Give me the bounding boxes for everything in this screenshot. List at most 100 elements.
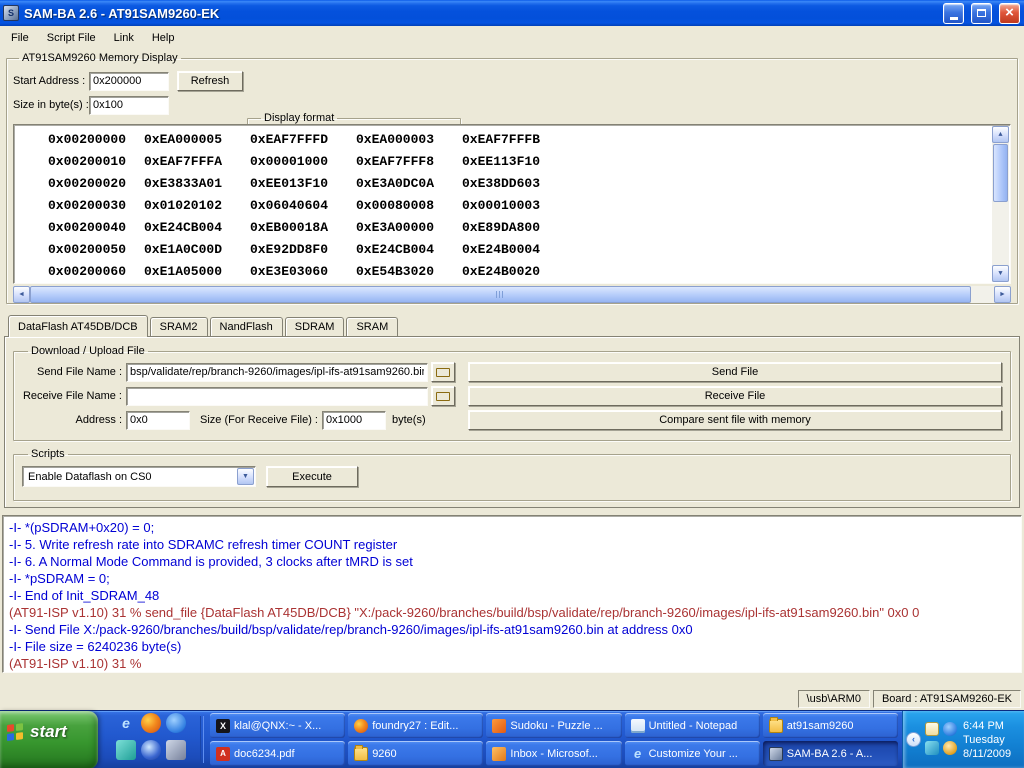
vertical-scroll-thumb[interactable] xyxy=(993,144,1008,202)
taskbar-item-pdf[interactable]: doc6234.pdf xyxy=(210,741,345,766)
tray-clock[interactable]: 6:44 PM Tuesday 8/11/2009 xyxy=(963,719,1011,761)
log-line: -I- 5. Write refresh rate into SDRAMC re… xyxy=(9,536,1015,553)
firefox-icon[interactable] xyxy=(141,713,161,733)
taskbar-item-inbox[interactable]: Inbox - Microsof... xyxy=(486,741,621,766)
log-line: -I- Send File X:/pack-9260/branches/buil… xyxy=(9,621,1015,638)
taskbar-item-notepad[interactable]: Untitled - Notepad xyxy=(625,713,760,738)
close-button[interactable] xyxy=(999,3,1020,24)
taskbar-item-at91sam9260-folder[interactable]: at91sam9260 xyxy=(763,713,898,738)
tray-day: Tuesday xyxy=(963,733,1011,747)
memory-controls: Start Address : Refresh Size in byte(s) … xyxy=(13,66,1011,124)
tab-sram2[interactable]: SRAM2 xyxy=(150,317,208,336)
menu-link[interactable]: Link xyxy=(105,28,143,48)
media-player-icon[interactable] xyxy=(141,740,161,760)
address-label: Address : xyxy=(22,414,122,426)
taskbar-item-samba-active[interactable]: SAM-BA 2.6 - A... xyxy=(763,741,898,766)
browse-send-file-button[interactable] xyxy=(431,362,455,382)
outlook-icon xyxy=(492,747,506,761)
samba-window: SAM-BA 2.6 - AT91SAM9260-EK File Script … xyxy=(0,0,1024,710)
restore-button[interactable] xyxy=(971,3,992,24)
memory-row: 0x00200010 0xEAF7FFFA 0x00001000 0xEAF7F… xyxy=(14,150,1010,172)
start-address-input[interactable] xyxy=(89,72,169,91)
tray-network-icon[interactable] xyxy=(925,741,939,755)
taskbar-item-qnx-terminal[interactable]: klal@QNX:~ - X... xyxy=(210,713,345,738)
row-value: 0xEAF7FFFA xyxy=(144,154,250,169)
minimize-button[interactable] xyxy=(943,3,964,24)
row-value: 0xEA000005 xyxy=(144,132,250,147)
refresh-button[interactable]: Refresh xyxy=(177,71,243,91)
xterm-icon xyxy=(216,719,230,733)
memory-row: 0x00200060 0xE1A05000 0xE3E03060 0xE54B3… xyxy=(14,260,1010,282)
scroll-down-icon[interactable] xyxy=(992,265,1009,282)
chevron-down-icon[interactable] xyxy=(237,468,254,485)
memory-row: 0x00200050 0xE1A0C00D 0xE92DD8F0 0xE24CB… xyxy=(14,238,1010,260)
memory-display-legend: AT91SAM9260 Memory Display xyxy=(19,52,181,64)
row-value: 0xE38DD603 xyxy=(462,176,568,191)
scroll-left-icon[interactable] xyxy=(13,286,30,303)
scroll-right-icon[interactable] xyxy=(994,286,1011,303)
memory-region-tabs: DataFlash AT45DB/DCB SRAM2 NandFlash SDR… xyxy=(8,314,1024,336)
ie-icon[interactable] xyxy=(116,713,136,733)
log-line: -I- End of Init_SDRAM_48 xyxy=(9,587,1015,604)
row-value: 0xEE113F10 xyxy=(462,154,568,169)
compare-button[interactable]: Compare sent file with memory xyxy=(468,410,1002,430)
bytes-label: byte(s) xyxy=(392,414,426,426)
send-file-name-input[interactable] xyxy=(126,363,428,382)
sudoku-icon xyxy=(492,719,506,733)
row-address: 0x00200060 xyxy=(48,264,144,279)
browse-receive-file-button[interactable] xyxy=(431,386,455,406)
taskbar-item-sudoku[interactable]: Sudoku - Puzzle ... xyxy=(486,713,621,738)
restore-icon xyxy=(977,9,986,17)
messenger-icon[interactable] xyxy=(166,713,186,733)
row-value: 0xE24B0020 xyxy=(462,264,568,279)
tray-update-icon[interactable] xyxy=(943,741,957,755)
memory-hex-view: 0x00200000 0xEA000005 0xEAF7FFFD 0xEA000… xyxy=(13,124,1011,284)
size-in-bytes-input[interactable] xyxy=(89,96,169,115)
receive-file-name-input[interactable] xyxy=(126,387,428,406)
menu-help[interactable]: Help xyxy=(143,28,184,48)
menu-script-file[interactable]: Script File xyxy=(38,28,105,48)
tray-calendar-icon[interactable] xyxy=(925,722,939,736)
chevron-left-icon[interactable] xyxy=(906,732,921,747)
row-value: 0xE24CB004 xyxy=(356,242,462,257)
show-desktop-icon[interactable] xyxy=(166,740,186,760)
row-value: 0xE3A00000 xyxy=(356,220,462,235)
taskbar-item-foundry27[interactable]: foundry27 : Edit... xyxy=(348,713,483,738)
row-value: 0x00010003 xyxy=(462,198,568,213)
horizontal-scroll-thumb[interactable] xyxy=(30,286,971,303)
app-icon[interactable] xyxy=(3,5,19,21)
row-value: 0xEAF7FFF8 xyxy=(356,154,462,169)
row-value: 0xEAF7FFFD xyxy=(250,132,356,147)
taskbar-item-9260-folder[interactable]: 9260 xyxy=(348,741,483,766)
momentics-icon[interactable] xyxy=(116,740,136,760)
memory-horizontal-scrollbar[interactable] xyxy=(13,286,1011,303)
size-for-receive-input[interactable] xyxy=(322,411,386,430)
row-value: 0xE1A05000 xyxy=(144,264,250,279)
console-log[interactable]: -I- *(pSDRAM+0x20) = 0; -I- 5. Write ref… xyxy=(2,515,1022,673)
size-in-bytes-label: Size in byte(s) : xyxy=(13,99,89,111)
start-address-label: Start Address : xyxy=(13,75,89,87)
script-select[interactable]: Enable Dataflash on CS0 xyxy=(22,466,256,487)
row-value: 0xE3E03060 xyxy=(250,264,356,279)
start-button[interactable]: start xyxy=(0,711,98,768)
scripts-legend: Scripts xyxy=(28,448,68,460)
taskbar-item-browser[interactable]: Customize Your ... xyxy=(625,741,760,766)
dataflash-tab-panel: Download / Upload File Send File Name : … xyxy=(4,336,1020,508)
memory-vertical-scrollbar[interactable] xyxy=(992,126,1009,282)
row-value: 0xEB00018A xyxy=(250,220,356,235)
menu-file[interactable]: File xyxy=(2,28,38,48)
tray-messenger-icon[interactable] xyxy=(943,722,957,736)
scroll-up-icon[interactable] xyxy=(992,126,1009,143)
tab-sdram[interactable]: SDRAM xyxy=(285,317,345,336)
send-file-button[interactable]: Send File xyxy=(468,362,1002,382)
tab-dataflash[interactable]: DataFlash AT45DB/DCB xyxy=(8,315,148,337)
tab-sram[interactable]: SRAM xyxy=(346,317,398,336)
address-input[interactable] xyxy=(126,411,190,430)
log-line: -I- *pSDRAM = 0; xyxy=(9,570,1015,587)
receive-file-button[interactable]: Receive File xyxy=(468,386,1002,406)
connection-status: \usb\ARM0 xyxy=(798,690,870,708)
script-select-value: Enable Dataflash on CS0 xyxy=(28,471,152,483)
tab-nandflash[interactable]: NandFlash xyxy=(210,317,283,336)
execute-button[interactable]: Execute xyxy=(266,466,358,487)
log-line: (AT91-ISP v1.10) 31 % send_file {DataFla… xyxy=(9,604,1015,621)
